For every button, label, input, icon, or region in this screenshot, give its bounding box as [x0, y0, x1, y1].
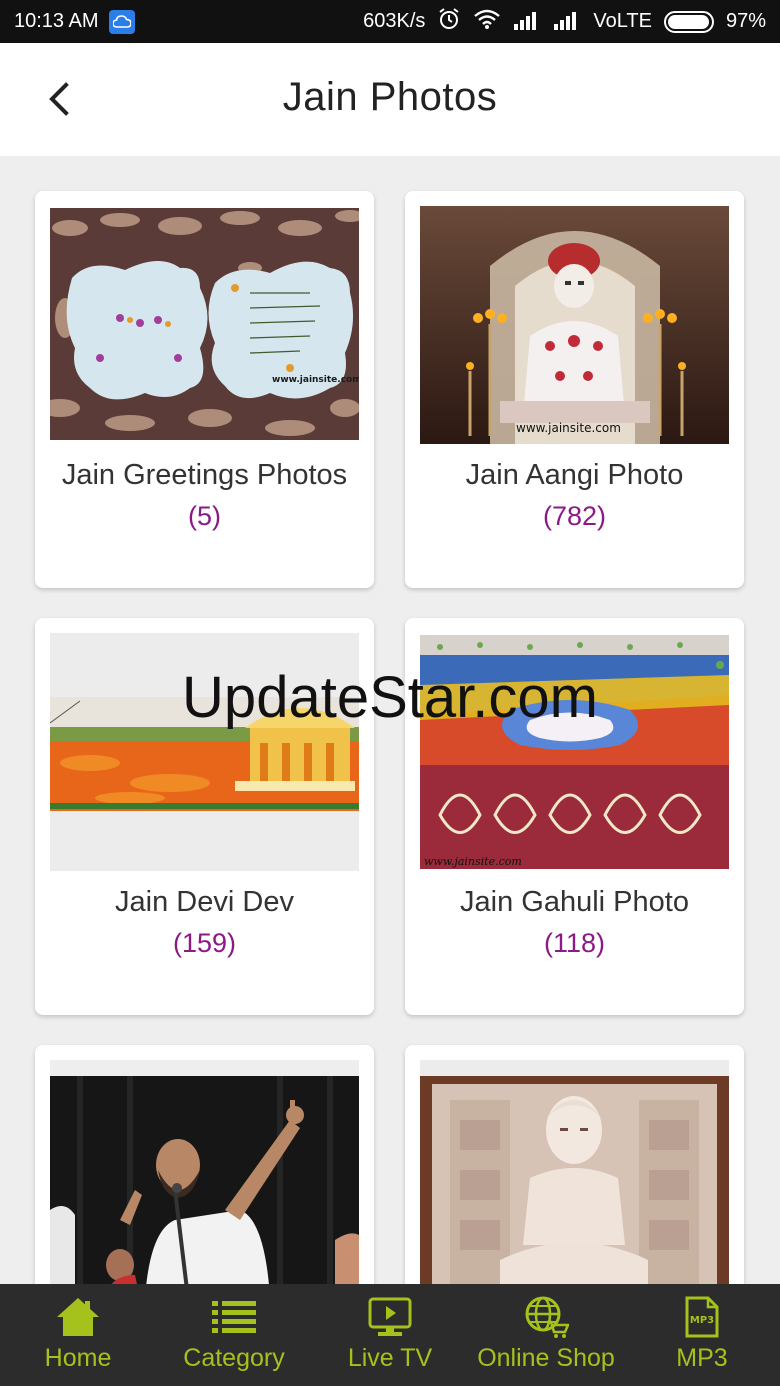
- category-card-greetings[interactable]: www.jainsite.com Jain Greetings Photos (…: [35, 191, 374, 588]
- globe-cart-icon: [523, 1296, 569, 1338]
- category-card-6[interactable]: [405, 1045, 744, 1284]
- greetings-thumb-watermark: www.jainsite.com: [272, 375, 359, 385]
- alarm-icon: [437, 7, 461, 37]
- signal-icon-2: [553, 8, 581, 36]
- category-count: (782): [542, 501, 607, 531]
- status-bar: 10:13 AM 603K/s VoLTE 97%: [0, 0, 780, 43]
- battery-level: [667, 14, 709, 29]
- nav-home[interactable]: Home: [0, 1284, 156, 1386]
- aangi-thumbnail: www.jainsite.com: [420, 206, 729, 444]
- category-count: (159): [172, 928, 237, 958]
- app-bar: Jain Photos: [0, 43, 780, 156]
- battery-percent: 97%: [725, 10, 766, 32]
- greetings-thumbnail: www.jainsite.com: [50, 208, 359, 440]
- cloud-icon: [108, 9, 135, 34]
- category-name: Jain Aangi Photo: [465, 459, 684, 491]
- category-count: (5): [188, 501, 221, 531]
- signal-icon-1: [513, 8, 541, 36]
- category-card-aangi[interactable]: www.jainsite.com Jain Aangi Photo (782): [405, 191, 744, 588]
- home-icon: [55, 1296, 101, 1338]
- category-name: Jain Gahuli Photo: [460, 886, 689, 918]
- nav-category-label: Category: [183, 1344, 285, 1372]
- nav-live-tv[interactable]: Live TV: [312, 1284, 468, 1386]
- wifi-icon: [473, 8, 501, 36]
- network-type: VoLTE: [593, 10, 652, 32]
- bottom-navigation: Home Category Live TV Online Shop MP3 MP…: [0, 1284, 780, 1386]
- battery-icon: [663, 10, 714, 33]
- speaker-thumbnail: [50, 1060, 359, 1284]
- nav-online-shop-label: Online Shop: [477, 1344, 615, 1372]
- nav-mp3-label: MP3: [676, 1344, 728, 1372]
- category-count: (118): [543, 928, 606, 958]
- nav-home-label: Home: [44, 1344, 112, 1372]
- watermark-text: UpdateStar.com: [182, 665, 598, 730]
- category-name: Jain Greetings Photos: [61, 459, 348, 491]
- mp3-file-icon: MP3: [684, 1296, 720, 1338]
- network-speed: 603K/s: [363, 10, 426, 32]
- mp3-badge-text: MP3: [690, 1315, 714, 1326]
- category-name: Jain Devi Dev: [115, 886, 294, 918]
- aangi-thumb-watermark: www.jainsite.com: [516, 421, 621, 435]
- statue-thumbnail: [420, 1060, 729, 1284]
- nav-category[interactable]: Category: [156, 1284, 312, 1386]
- nav-mp3[interactable]: MP3 MP3: [624, 1284, 780, 1386]
- nav-live-tv-label: Live TV: [347, 1344, 433, 1372]
- nav-online-shop[interactable]: Online Shop: [468, 1284, 624, 1386]
- category-card-5[interactable]: [35, 1045, 374, 1284]
- page-title: Jain Photos: [282, 75, 498, 119]
- status-time: 10:13 AM: [14, 10, 99, 32]
- tv-play-icon: [368, 1296, 412, 1338]
- gahuli-thumb-watermark: www.jainsite.com: [424, 855, 522, 868]
- list-icon: [212, 1296, 256, 1338]
